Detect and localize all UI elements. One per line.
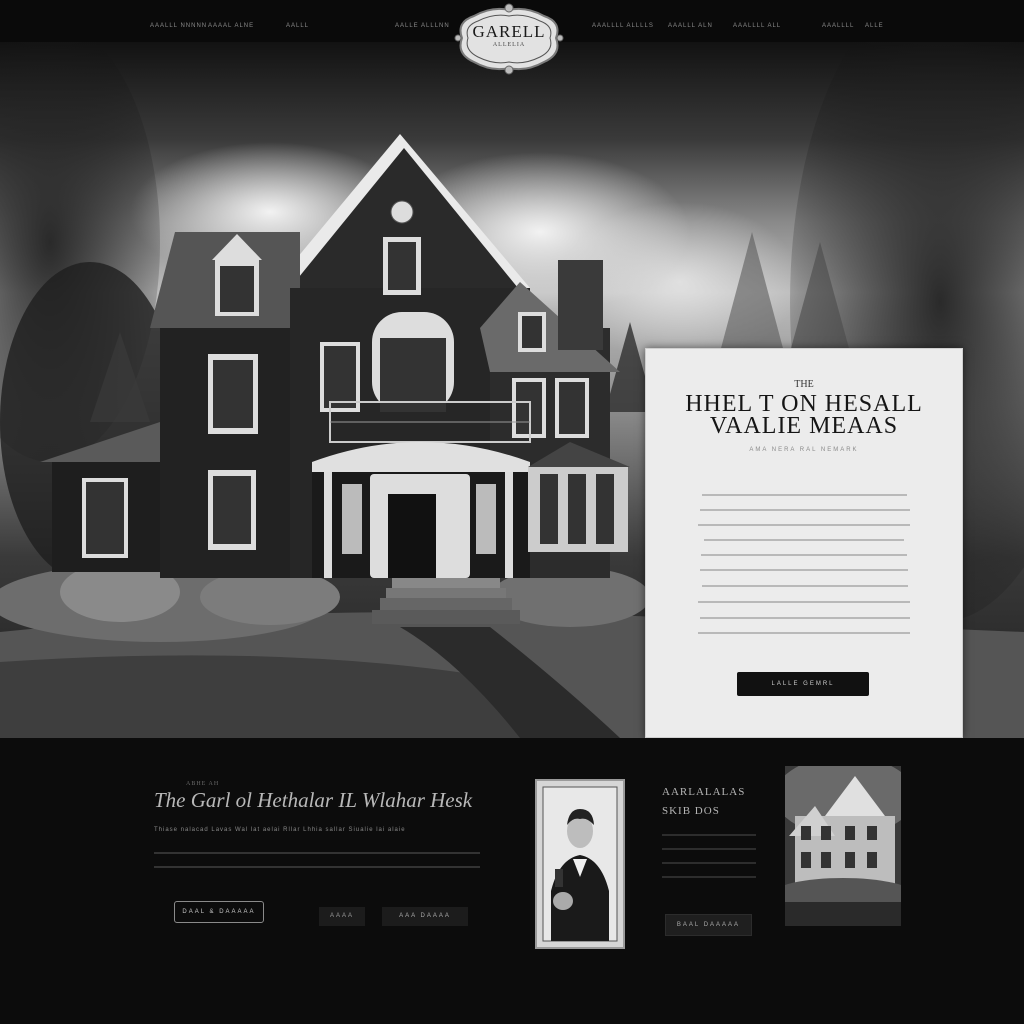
- card-text-line: [698, 601, 910, 603]
- crest-logo[interactable]: GARELL ALLELIA: [452, 2, 566, 76]
- card-text-line: [698, 632, 910, 634]
- feature-title: The Garl ol Hethalar IL Wlahar Hesk: [154, 788, 473, 812]
- feature-subtitle: Thiase nalacad Lavas Wal lat aelai Rllar…: [154, 827, 406, 833]
- feature-text-line: [154, 866, 480, 868]
- nav-link-9[interactable]: ALLE: [865, 23, 884, 29]
- house-thumbnail-icon: [785, 766, 901, 926]
- feature-primary-button[interactable]: DAAL & DAAAAA: [174, 901, 264, 923]
- card-text-line: [700, 617, 910, 619]
- feature-secondary-button[interactable]: AAAA: [319, 907, 365, 926]
- card-subtitle: AMA NERA RAL NEMARK: [749, 447, 859, 453]
- nav-link-4[interactable]: AALLE ALLLNN: [395, 23, 450, 29]
- aside-text-line: [662, 834, 756, 836]
- hero-info-card: THE HHEL T ON HESALL VAALIE MEAAS AMA NE…: [645, 348, 963, 738]
- aside-text-line: [662, 876, 756, 878]
- nav-link-3[interactable]: AALLL: [286, 23, 309, 29]
- logo-subtext: ALLELIA: [492, 42, 526, 48]
- nav-link-1[interactable]: AAALLL NNNNN: [150, 23, 207, 29]
- house-thumbnail[interactable]: [785, 766, 901, 926]
- card-text-line: [700, 509, 910, 511]
- nav-link-2[interactable]: AAAAL ALNE: [208, 23, 254, 29]
- aside-button[interactable]: BAAL DAAAAA: [665, 914, 752, 936]
- aside-subtitle: SKIB DOS: [662, 805, 720, 817]
- card-text-line: [702, 494, 907, 496]
- card-cta-button[interactable]: LALLE GEMRL: [737, 672, 869, 696]
- aside-text-line: [662, 848, 756, 850]
- logo-text: GARELL: [472, 22, 546, 41]
- card-text-line: [701, 554, 907, 556]
- feature-kicker: ABHE AH: [186, 781, 220, 787]
- nav-link-8[interactable]: AAALLLL: [822, 23, 854, 29]
- card-title-line-2: VAALIE MEAAS: [709, 413, 899, 439]
- card-text-line: [698, 524, 910, 526]
- nav-link-7[interactable]: AAALLLL ALL: [733, 23, 781, 29]
- aside-title: AARLALALAS: [662, 786, 746, 798]
- card-text-line: [700, 569, 908, 571]
- nav-link-5[interactable]: AAALLLL ALLLLS: [592, 23, 654, 29]
- feature-text-line: [154, 852, 480, 854]
- aside-text-line: [662, 862, 756, 864]
- nav-link-6[interactable]: AAALLL ALN: [668, 23, 713, 29]
- card-text-line: [704, 539, 904, 541]
- feature-tertiary-button[interactable]: AAA DAAAA: [382, 907, 468, 926]
- portrait-icon: [542, 786, 618, 942]
- card-text-line: [702, 585, 908, 587]
- card-kicker: THE: [794, 379, 814, 390]
- portrait-photo: [535, 779, 625, 949]
